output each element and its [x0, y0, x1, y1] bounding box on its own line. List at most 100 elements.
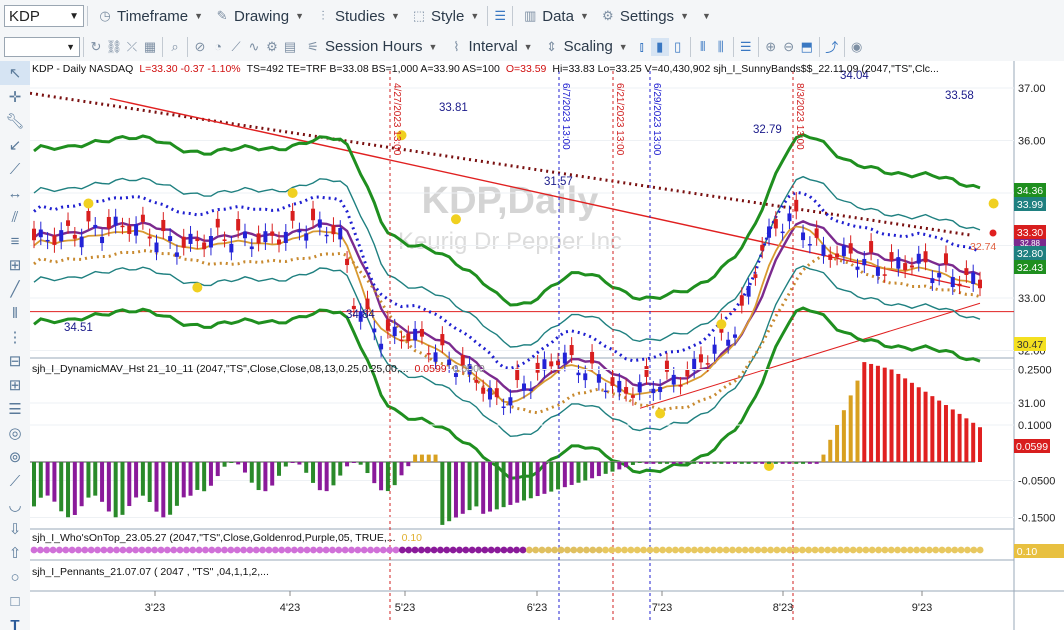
studies-menu[interactable]: ⫶ Studies ▼: [309, 4, 405, 28]
fan-icon[interactable]: ⟋: [0, 469, 30, 493]
workspace-select[interactable]: ▼: [4, 36, 80, 57]
ribbon-dot: [310, 546, 317, 554]
layers-icon[interactable]: ☰: [737, 38, 755, 56]
arc-icon[interactable]: ◡: [0, 493, 30, 517]
fib-icon[interactable]: ⋮: [0, 325, 30, 349]
layout-icon[interactable]: ☰: [491, 7, 509, 25]
compass-icon[interactable]: ⊘: [191, 38, 209, 56]
chart-canvas[interactable]: KDP,Daily Keurig Dr Pepper Inc 4/27/2023…: [29, 61, 1064, 630]
candle-body: [909, 265, 914, 268]
settings-menu[interactable]: ⚙ Settings ▼: [594, 4, 694, 28]
list-tool-icon[interactable]: ☰: [0, 397, 30, 421]
cog-icon[interactable]: ⚙: [263, 38, 281, 56]
candle-body: [583, 373, 588, 381]
ribbon-dot: [163, 546, 171, 554]
studies-label: Studies: [335, 7, 386, 25]
ribbon-dot: [170, 546, 178, 554]
target-icon[interactable]: ⊚: [0, 445, 30, 469]
drawing-tools-sidebar: ↖ ✛ 🔧︎ ↙ ⟋ ↔ ⫽ ≡ ⊞ ╱ ‖ ⋮ ⊟ ⊞ ☰ ◎ ⊚ ⟋ ◡ ⇩…: [0, 61, 31, 634]
channel-icon[interactable]: ⫽: [0, 205, 30, 229]
drawing-label: Drawing: [234, 7, 290, 25]
crosshair-icon[interactable]: ✛: [0, 85, 30, 109]
arrow-up-icon[interactable]: ⇧: [0, 541, 30, 565]
osc-bar: [351, 462, 356, 463]
refresh-icon[interactable]: ↻: [87, 38, 105, 56]
osc-bar: [658, 462, 663, 464]
ruler-icon[interactable]: ╱: [0, 277, 30, 301]
trend-icon[interactable]: ⟋: [227, 38, 245, 56]
link-icon[interactable]: ⛓: [105, 38, 123, 56]
candle-body: [311, 208, 316, 221]
header-open: O=33.59: [506, 63, 547, 75]
line-icon[interactable]: ⟋: [0, 157, 30, 181]
candle-body: [664, 360, 669, 372]
ticks-icon[interactable]: ⫼: [712, 38, 730, 56]
candle-style-icon[interactable]: ▮: [650, 37, 669, 56]
wrench-icon[interactable]: 🔧︎: [0, 109, 30, 133]
zoom-out-icon[interactable]: ⊖: [780, 38, 798, 56]
zoom-icon[interactable]: ⌕: [166, 38, 184, 56]
unlink-icon[interactable]: ⤫: [123, 38, 141, 56]
osc-bar: [814, 462, 819, 464]
grid-icon[interactable]: ▦: [141, 38, 159, 56]
panel-icon[interactable]: ▤: [281, 38, 299, 56]
candle-body: [481, 387, 486, 394]
parallel-icon[interactable]: ≡: [0, 229, 30, 253]
osc-bar: [515, 462, 520, 503]
ribbon-dot: [500, 546, 508, 554]
arrow-down-icon[interactable]: ⇩: [0, 517, 30, 541]
ribbon-dot: [614, 546, 622, 554]
osc-bar: [215, 462, 220, 477]
hollow-candle-icon[interactable]: ▯: [669, 38, 687, 56]
ribbon-dot: [81, 546, 89, 554]
drawing-menu[interactable]: ✎ Drawing ▼: [208, 4, 309, 28]
circle-icon[interactable]: ○: [0, 565, 30, 589]
candle-body: [943, 253, 948, 265]
osc-bar: [106, 462, 111, 512]
add-chart-icon[interactable]: ⤴: [823, 38, 841, 56]
osc-bar: [426, 454, 431, 462]
osc-bar: [467, 462, 472, 511]
ribbon-dot: [405, 546, 413, 554]
bar-style-icon[interactable]: ⫾: [633, 38, 651, 56]
candle-body: [494, 388, 499, 398]
bars-tool-icon[interactable]: ‖: [0, 301, 30, 325]
cycle-icon[interactable]: ◎: [0, 421, 30, 445]
candle-body: [576, 372, 581, 376]
chart-area[interactable]: KDP,Daily Keurig Dr Pepper Inc 4/27/2023…: [29, 61, 1064, 630]
symbol-input[interactable]: KDP ▼: [4, 5, 84, 27]
osc-bar: [392, 462, 397, 486]
ribbon-dot: [297, 546, 305, 554]
osc-bar: [181, 462, 186, 498]
osc-bar: [603, 462, 608, 474]
candle-body: [72, 234, 77, 239]
gauge-icon[interactable]: ◔: [209, 38, 227, 56]
wave-icon[interactable]: ∿: [245, 38, 263, 56]
text-tool-icon[interactable]: T: [0, 613, 30, 637]
bars-icon[interactable]: ⦀: [694, 38, 712, 56]
data-menu[interactable]: ▥ Data ▼: [516, 4, 594, 28]
angled-line-icon[interactable]: ↙: [0, 133, 30, 157]
interval-menu[interactable]: ⌇ Interval ▼: [442, 35, 537, 59]
rectangle-icon[interactable]: □: [0, 589, 30, 613]
pointer-icon[interactable]: ↖: [0, 61, 30, 85]
timeframe-menu[interactable]: ◷ Timeframe ▼: [91, 4, 208, 28]
osc-bar: [440, 462, 445, 525]
x-tick-label: 4'23: [280, 602, 300, 614]
ribbon-dot: [691, 546, 698, 554]
candle-body: [331, 225, 336, 235]
zoom-in-icon[interactable]: ⊕: [762, 38, 780, 56]
style-menu[interactable]: ⬚ Style ▼: [405, 4, 484, 28]
levels-icon[interactable]: ⊞: [0, 253, 30, 277]
candle-body: [345, 258, 350, 266]
ribbon-dot: [157, 546, 165, 554]
scaling-menu[interactable]: ⇕ Scaling ▼: [538, 35, 633, 59]
grid-tool-icon[interactable]: ⊞: [0, 373, 30, 397]
session-hours-menu[interactable]: ⚟ Session Hours ▼: [299, 35, 442, 59]
split-icon[interactable]: ⬒: [798, 38, 816, 56]
osc-bar: [304, 462, 309, 473]
horizontal-line-icon[interactable]: ↔: [0, 181, 30, 205]
eye-icon[interactable]: ◉: [848, 38, 866, 56]
gann-icon[interactable]: ⊟: [0, 349, 30, 373]
more-menu[interactable]: ▼: [694, 4, 716, 28]
